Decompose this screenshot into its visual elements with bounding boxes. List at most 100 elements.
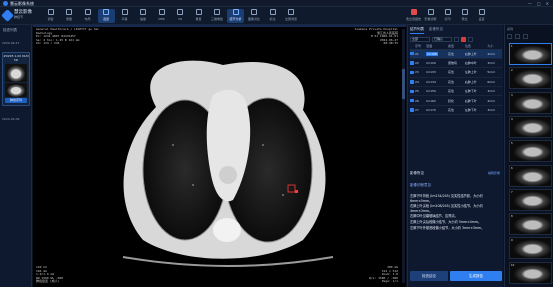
exam-conclusion-button[interactable]: 检查结论 — [410, 271, 448, 281]
tool-label: 设置 — [478, 17, 485, 21]
thumbnail-number: 1 — [511, 45, 513, 48]
series-thumbnail[interactable]: 6 — [509, 164, 552, 187]
table-row[interactable]: 25 Im150 实性 左肺下叶 3mm — [410, 86, 502, 97]
table-row[interactable]: 22 Im120 磨玻璃 右肺中叶 3mm — [410, 58, 502, 69]
thumbnail-number: 7 — [511, 190, 513, 194]
lung-window-series-button[interactable]: 肺窗序列 — [5, 98, 27, 103]
series-thumbnail[interactable]: 2 — [509, 67, 552, 90]
minimize-button[interactable]: — — [528, 1, 532, 6]
checkbox-icon[interactable] — [410, 80, 414, 84]
generate-report-button[interactable]: 生成报告 — [450, 271, 502, 281]
image-viewport[interactable]: General Healthcare / LIGHTCT gw 3ec Radio… — [33, 25, 406, 287]
cell-slice-text: Im108 — [426, 51, 438, 56]
cell-slice-text: Im170 — [426, 108, 436, 113]
cell-size-text: 3mm — [487, 61, 496, 66]
tool-label: 缩放 — [139, 17, 146, 21]
checkbox-icon[interactable] — [410, 89, 414, 93]
tool-window[interactable]: 调窗 — [42, 9, 59, 23]
checkbox-icon[interactable] — [410, 61, 414, 65]
list-view-icon[interactable] — [515, 34, 520, 39]
status-select[interactable]: 已确认 — [432, 36, 452, 42]
compare-icon — [251, 9, 257, 15]
tool-mpr[interactable]: MPR — [153, 9, 170, 23]
grid-view-icon[interactable] — [507, 34, 512, 39]
thumbnail-number: 9 — [511, 239, 513, 243]
tool-label: 选层 — [102, 17, 109, 21]
tool-ruler[interactable]: 测量 — [61, 9, 78, 23]
sync-icon[interactable] — [523, 34, 528, 39]
series-thumbnail[interactable]: 3 — [509, 91, 552, 114]
overlay-line: 肺窗窗宽 (成人) — [36, 279, 60, 284]
cell-id-text: 26 — [415, 98, 419, 103]
tool-zoom[interactable]: 缩放 — [135, 9, 152, 23]
tool-print[interactable]: 打印 — [439, 9, 456, 23]
tool-alert[interactable]: 危急值报告 — [405, 9, 422, 23]
overlay-line: Im: 134 / 245 — [36, 41, 60, 46]
tool-fullscreen[interactable]: 全屏浏览 — [283, 9, 300, 23]
checkbox-icon[interactable] — [410, 51, 414, 56]
tool-marker[interactable]: 标注 — [264, 9, 281, 23]
cell-type: 实性 — [447, 67, 465, 78]
risk-flag-icon[interactable] — [461, 36, 466, 42]
checkbox-icon[interactable] — [410, 98, 414, 103]
tool-settings[interactable]: 设置 — [473, 9, 490, 23]
cell-id-text: 25 — [415, 89, 419, 94]
series-thumbnail[interactable]: 10 — [509, 261, 552, 284]
table-row[interactable]: 23 Im133 实性 左肺上叶 5mm — [410, 67, 502, 78]
tool-layers[interactable]: 选层 — [97, 9, 115, 23]
tool-label: VR — [177, 17, 183, 21]
cell-type-text: 实性 — [447, 51, 454, 56]
cell-id: 26 — [415, 95, 427, 106]
series-thumbnail[interactable] — [5, 64, 27, 82]
ct-slice-image[interactable] — [33, 25, 406, 287]
series-thumbnail[interactable]: 4 — [509, 115, 552, 138]
tab-nodule-list[interactable]: 结节列表 — [410, 27, 424, 34]
series-thumbnail[interactable]: 9 — [509, 237, 552, 260]
tool-label: 打印 — [444, 17, 451, 21]
cell-type: 铙化 — [447, 95, 465, 106]
table-row[interactable]: 26 Im162 铙化 右肺下叶 4mm — [410, 95, 502, 106]
table-row[interactable]: 24 Im134 实性 右肺上叶 6mm — [410, 77, 502, 88]
maximize-button[interactable]: □ — [537, 1, 541, 6]
tool-diagnosis[interactable]: 影像诊断 — [422, 9, 439, 23]
tool-compare[interactable]: 图像对比 — [246, 9, 263, 23]
cell-size-text: 4mm — [487, 98, 496, 103]
tool-pan[interactable]: 平移 — [116, 9, 133, 23]
add-icon[interactable] — [468, 36, 473, 42]
series-thumbnail[interactable]: 1 — [509, 43, 552, 65]
tool-layout[interactable]: 布局 — [79, 9, 96, 23]
slice-scrollbar-thumb[interactable] — [402, 69, 405, 99]
series-thumbnail[interactable]: 8 — [509, 213, 552, 236]
series-thumbnail-panel: 系列 1 2 3 4 5 6 7 8 9 10 — [504, 25, 553, 287]
checkbox-icon[interactable] — [410, 108, 414, 112]
cell-loc-text: 左肺下叶 — [464, 89, 477, 94]
checkbox-icon[interactable] — [410, 70, 414, 75]
cell-loc: 左肺上叶 — [464, 67, 488, 78]
slice-scrollbar[interactable] — [402, 29, 405, 283]
study-date-prior[interactable]: 2024-05-09 — [2, 117, 19, 121]
cell-type: 实性 — [447, 105, 465, 116]
tab-findings[interactable]: 影像所见 — [429, 27, 443, 34]
tool-cube[interactable]: 三维重建 — [209, 9, 226, 23]
tool-reset[interactable]: 重置 — [190, 9, 207, 23]
study-date[interactable]: 2024-06-27 — [2, 41, 19, 45]
cell-slice: Im133 — [426, 67, 448, 78]
cell-id-text: 23 — [415, 70, 419, 75]
sort-icon[interactable] — [454, 36, 459, 42]
edit-findings-link[interactable]: 编辑影像 — [488, 171, 500, 175]
nodule-marker-dot — [295, 190, 298, 193]
series-thumbnail[interactable]: 5 — [509, 140, 552, 163]
filter-select[interactable]: 全部 — [410, 36, 430, 42]
close-button[interactable]: ✕ — [546, 1, 549, 6]
cell-id: 21 — [415, 49, 427, 59]
series-thumbnail-2[interactable] — [5, 83, 27, 97]
table-row[interactable]: 27 Im170 实性 左肺下叶 3mm — [410, 105, 502, 116]
series-card[interactable]: #0295 1.00 DLM 5D 肺窗序列 — [2, 52, 30, 106]
table-row[interactable]: 21 Im108 实性 右肺上叶 4mm — [410, 49, 502, 59]
tool-vr[interactable]: VR — [172, 9, 189, 23]
tool-export[interactable]: 导出 — [456, 9, 473, 23]
cell-slice: Im170 — [426, 105, 448, 116]
series-thumbnail[interactable]: 7 — [509, 188, 552, 211]
cell-loc-text: 右肺下叶 — [464, 98, 477, 103]
tool-analysis[interactable]: 结节分析 — [227, 9, 244, 23]
